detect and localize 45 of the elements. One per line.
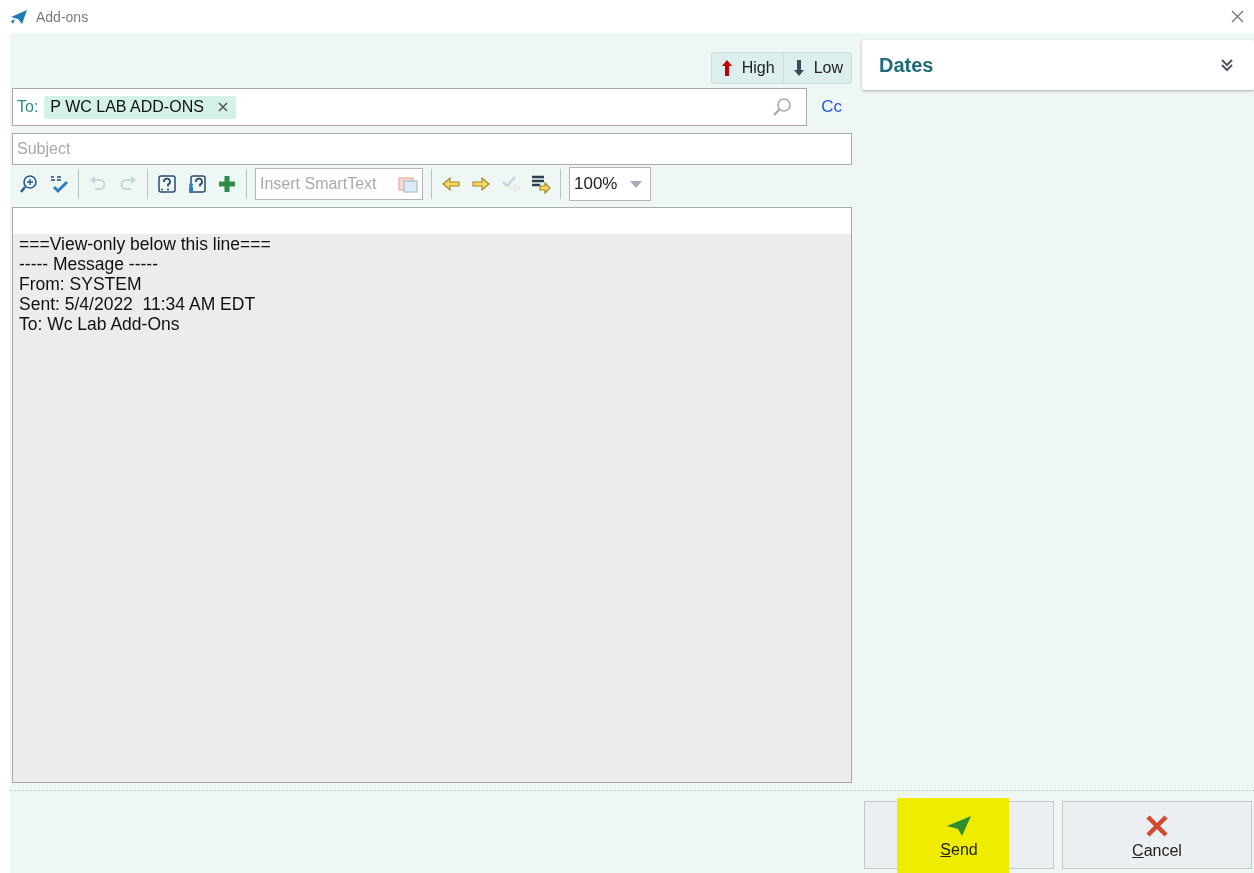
paper-plane-icon	[10, 8, 28, 25]
zoom-in-button[interactable]	[18, 173, 40, 195]
right-arrow-icon	[471, 174, 491, 194]
caret-icon	[630, 180, 642, 188]
message-line: Sent: 5/4/2022 11:34 AM EDT	[19, 294, 257, 314]
help-button[interactable]	[156, 173, 178, 195]
list-arrow-button[interactable]	[530, 173, 552, 195]
list-arrow-icon	[531, 174, 551, 194]
message-body[interactable]: ===View-only below this line=== ----- Message ----- From: SYSTEM Sent: 5/4/2022 11:34 AM EDT To: Wc Lab Add-Ons	[12, 207, 852, 783]
priority-button[interactable]: Low	[782, 53, 851, 83]
cc-link[interactable]: Cc	[821, 97, 842, 117]
message-line: ===View-only below this line===	[19, 234, 272, 254]
up-arrow-icon	[721, 60, 732, 76]
spell-check-button[interactable]	[48, 173, 70, 195]
panel-title: Dates	[879, 53, 934, 77]
close-icon	[217, 101, 228, 112]
message-line: ----- Message -----	[19, 254, 159, 274]
zoom-dropdown[interactable]: 100%	[569, 167, 651, 201]
message-line: From: SYSTEM	[19, 274, 143, 294]
help-person-icon	[187, 174, 207, 194]
plus-icon	[217, 174, 237, 194]
close-icon[interactable]	[1231, 10, 1244, 23]
cancel-button[interactable]: Cancel	[1062, 801, 1252, 869]
expand-button[interactable]	[1220, 58, 1234, 72]
smarttext-icon	[398, 175, 418, 193]
recipient-name: P WC LAB ADD-ONS	[50, 97, 204, 116]
help-icon	[157, 174, 177, 194]
left-arrow-icon	[441, 174, 461, 194]
remove-button[interactable]	[217, 101, 228, 112]
to-label: To:	[17, 98, 39, 116]
check-arrow-icon	[501, 174, 521, 194]
to-field[interactable]: To: P WC LAB ADD-ONS	[12, 88, 808, 126]
spell-check-icon	[49, 174, 69, 194]
message-line: To: Wc Lab Add-Ons	[19, 314, 181, 334]
close-icon	[1145, 814, 1169, 838]
zoom-in-icon	[19, 174, 39, 194]
help-person-button[interactable]	[186, 173, 208, 195]
plus-button[interactable]	[216, 173, 238, 195]
expand-icon	[1220, 58, 1234, 72]
paper-plane-icon	[946, 815, 972, 837]
window-title: Add-ons	[36, 8, 89, 25]
priority-button[interactable]: High	[711, 53, 783, 83]
down-arrow-icon	[793, 60, 804, 76]
subject-field[interactable]: Subject	[12, 133, 852, 165]
search-icon[interactable]	[772, 97, 793, 117]
